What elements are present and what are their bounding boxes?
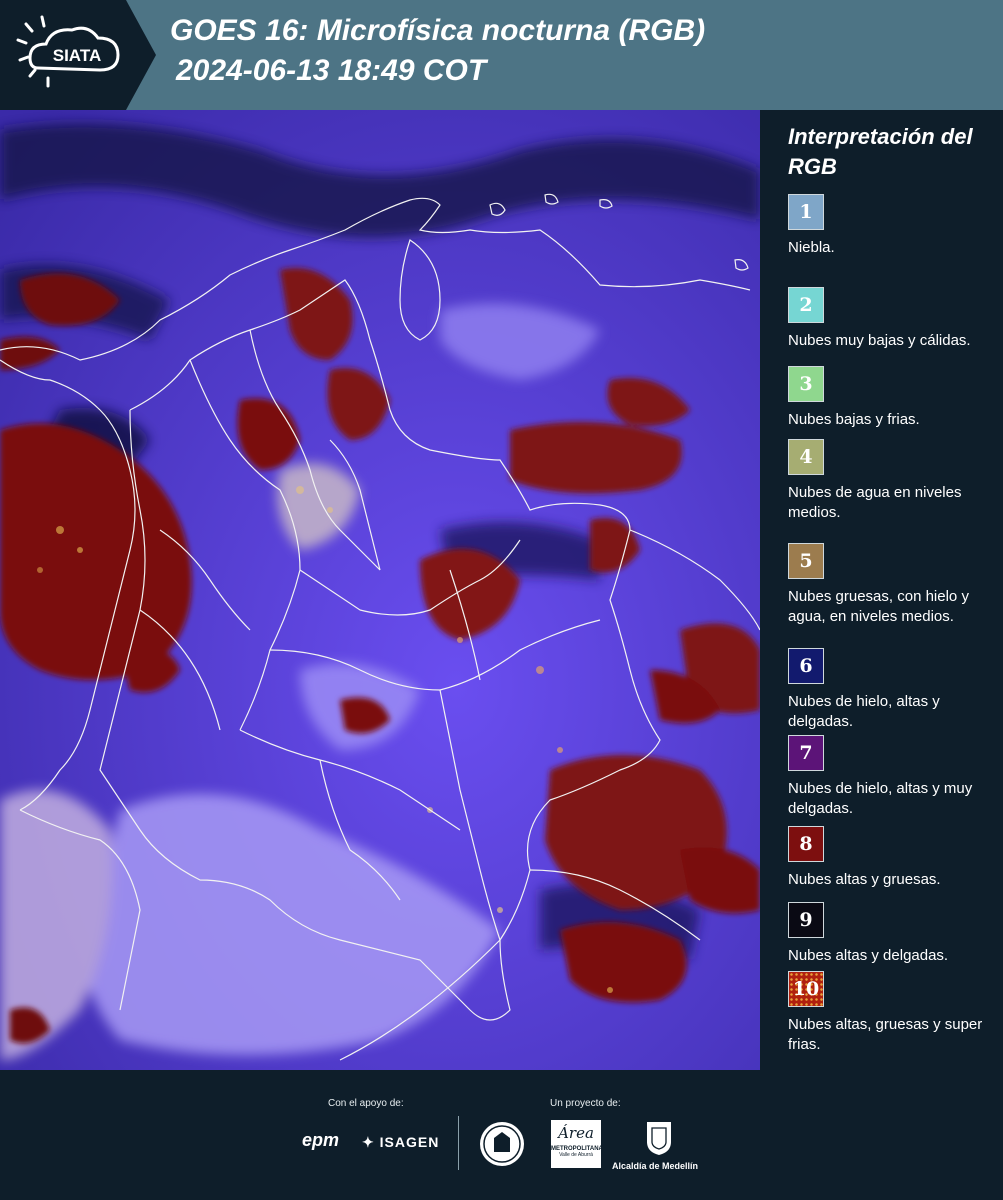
legend-item: 6 Nubes de hielo, altas y delgadas. (788, 648, 998, 732)
legend-title: Interpretación del RGB (788, 124, 973, 179)
legend-item: 9 Nubes altas y delgadas. (788, 902, 998, 966)
legend-label: Nubes gruesas, con hielo y agua, en nive… (788, 588, 969, 625)
legend-label: Nubes altas, gruesas y super frias. (788, 1016, 983, 1053)
satellite-image (0, 110, 760, 1070)
isagen-logo: ✦ ISAGEN (362, 1134, 439, 1151)
page-timestamp: 2024-06-13 18:49 COT (176, 54, 487, 87)
legend-label: Nubes muy bajas y cálidas. (788, 332, 971, 349)
legend-item: 1 Niebla. (788, 194, 998, 258)
legend-swatch: 4 (788, 439, 824, 475)
siata-logo: SIATA (0, 0, 156, 110)
legend-label: Nubes de hielo, altas y delgadas. (788, 693, 940, 730)
legend-swatch: 6 (788, 648, 824, 684)
alcaldia-label: Alcaldía de Medellín (612, 1161, 699, 1171)
legend-swatch: 10 (788, 971, 824, 1007)
legend-item: 8 Nubes altas y gruesas. (788, 826, 998, 890)
area-logo-sub2: Valle de Aburrá (559, 1152, 593, 1158)
legend-swatch: 5 (788, 543, 824, 579)
area-logo-title: Área (558, 1124, 594, 1142)
isagen-mark-icon: ✦ (362, 1134, 375, 1150)
medellin-seal-icon (478, 1120, 526, 1173)
legend-panel: Interpretación del RGB 1 Niebla. 2 Nubes mu… (760, 110, 1003, 1070)
support-label: Con el apoyo de: (328, 1098, 404, 1109)
header-bar: SIATA GOES 16: Microfísica nocturna (RGB… (0, 0, 1003, 110)
legend-swatch: 1 (788, 194, 824, 230)
footer-divider (458, 1116, 459, 1170)
legend-label: Nubes de hielo, altas y muy delgadas. (788, 780, 973, 817)
legend-label: Nubes altas y gruesas. (788, 871, 941, 888)
isagen-logo-text: ISAGEN (379, 1134, 440, 1150)
alcaldia-shield-icon (645, 1120, 673, 1161)
legend-label: Niebla. (788, 239, 835, 256)
legend-item: 4 Nubes de agua en niveles medios. (788, 439, 998, 523)
legend-label: Nubes de agua en niveles medios. (788, 484, 962, 521)
project-label: Un proyecto de: (550, 1098, 621, 1109)
legend-swatch: 2 (788, 287, 824, 323)
legend-swatch: 8 (788, 826, 824, 862)
page-title: GOES 16: Microfísica nocturna (RGB) (170, 14, 706, 47)
siata-logo-text: SIATA (53, 46, 101, 65)
legend-swatch: 3 (788, 366, 824, 402)
legend-label: Nubes bajas y frias. (788, 411, 920, 428)
legend-item: 3 Nubes bajas y frias. (788, 366, 998, 430)
footer-bar: Con el apoyo de: Un proyecto de: epm ✦ I… (0, 1070, 1003, 1200)
epm-logo: epm (302, 1130, 340, 1150)
legend-label: Nubes altas y delgadas. (788, 947, 949, 964)
legend-item: 2 Nubes muy bajas y cálidas. (788, 287, 998, 351)
legend-item: 5 Nubes gruesas, con hielo y agua, en niv… (788, 543, 998, 627)
legend-item: 7 Nubes de hielo, altas y muy delgadas. (788, 735, 998, 819)
legend-swatch: 7 (788, 735, 824, 771)
legend-item: 10 Nubes altas, gruesas y super frias. (788, 971, 998, 1055)
area-metropolitana-logo: Área METROPOLITANA Valle de Aburrá (551, 1120, 603, 1168)
legend-swatch: 9 (788, 902, 824, 938)
